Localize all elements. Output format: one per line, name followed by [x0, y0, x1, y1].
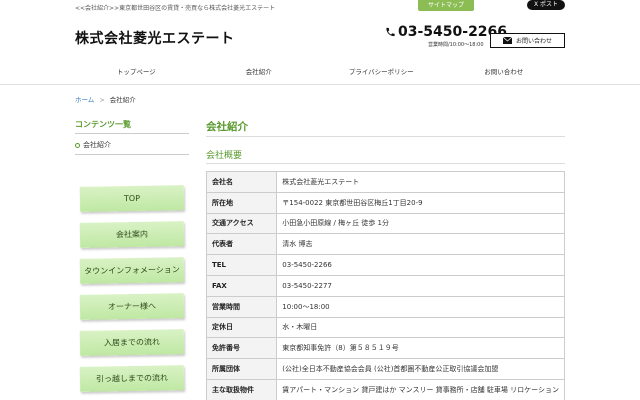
- menu-button-owners[interactable]: オーナー様へ: [79, 293, 185, 320]
- x-post-button[interactable]: X ポスト: [527, 0, 565, 10]
- circle-bullet-icon: [75, 142, 80, 148]
- row-label: 代表者: [205, 233, 278, 256]
- row-label: 所属団体: [205, 358, 278, 380]
- menu-button-company[interactable]: 会社案内: [79, 221, 185, 248]
- sidebar-divider: [75, 154, 189, 155]
- row-value: 03-5450-2266: [276, 254, 565, 276]
- contact-button[interactable]: お問い合わせ: [490, 33, 565, 48]
- table-row: FAX 03-5450-2277: [205, 274, 565, 297]
- table-row: 交通アクセス 小田急小田原線 / 梅ヶ丘 徒歩 1分: [205, 212, 565, 235]
- section-title: 会社概要: [206, 151, 243, 161]
- title-divider: [206, 136, 565, 137]
- table-row: 会社名 株式会社菱光エステート: [205, 171, 565, 193]
- sidebar-title: コンテンツ一覧: [75, 120, 131, 129]
- table-row: 代表者 清水 博志: [205, 233, 565, 256]
- nav-divider: [0, 84, 640, 85]
- global-nav: トップページ 会社紹介 プライバシーポリシー お問い合わせ: [75, 62, 565, 82]
- menu-button-move-in-flow[interactable]: 入居までの流れ: [79, 329, 185, 356]
- site-logo[interactable]: 株式会社菱光エステート: [75, 28, 235, 48]
- company-info-table: 会社名 株式会社菱光エステート 所在地 〒154-0022 東京都世田谷区梅丘1丁目…: [205, 171, 565, 400]
- row-value: 水・木曜日: [276, 316, 565, 339]
- table-row: 営業時間 10:00～18:00: [205, 295, 565, 318]
- contact-label: お問い合わせ: [515, 38, 552, 45]
- row-value: 清水 博志: [276, 233, 565, 256]
- breadcrumb-separator: >: [99, 96, 105, 104]
- row-label: 免許番号: [205, 337, 278, 360]
- table-row: 定休日 水・木曜日: [205, 316, 565, 339]
- row-value: 〒154-0022 東京都世田谷区梅丘1丁目20-9: [276, 191, 565, 214]
- menu-button-town-info[interactable]: タウンインフォメーション: [79, 257, 185, 284]
- row-label: FAX: [205, 274, 278, 297]
- row-label: 所在地: [205, 191, 278, 214]
- row-value: 賃アパート・マンション 貸戸建はか マンスリー 貸事務所・店舗 駐車場 リロケー…: [276, 378, 565, 400]
- mail-icon: [502, 37, 512, 44]
- row-value: 10:00～18:00: [276, 295, 565, 318]
- page-title: 会社紹介: [206, 121, 248, 133]
- phone-icon: [386, 27, 395, 37]
- sidebar-item-company[interactable]: 会社紹介: [75, 140, 111, 150]
- nav-item-privacy[interactable]: プライバシーポリシー: [320, 62, 443, 82]
- section-divider: [206, 163, 565, 164]
- sitemap-button[interactable]: サイトマップ: [418, 0, 474, 11]
- top-strip: <<会社紹介>>東京都世田谷区の賃貸・売買なら株式会社菱光エステート サイトマッ…: [0, 0, 640, 14]
- breadcrumb-current: 会社紹介: [109, 96, 136, 104]
- nav-item-top[interactable]: トップページ: [75, 62, 198, 82]
- nav-item-contact[interactable]: お問い合わせ: [443, 62, 566, 82]
- menu-button-moving-flow[interactable]: 引っ越しまでの流れ: [79, 365, 185, 392]
- row-value: 03-5450-2277: [276, 274, 565, 297]
- row-value: 東京都知事免許（8）第５８５１９号: [276, 337, 565, 360]
- breadcrumb-home-link[interactable]: ホーム: [75, 96, 94, 104]
- nav-item-company[interactable]: 会社紹介: [198, 62, 321, 82]
- sidebar-item-label: 会社紹介: [83, 141, 111, 149]
- table-row: 所在地 〒154-0022 東京都世田谷区梅丘1丁目20-9: [205, 191, 565, 214]
- row-label: 定休日: [205, 316, 278, 339]
- table-row: 所属団体 (公社)全日本不動産協会会員 (公社)首都圏不動産公正取引協議会加盟: [205, 358, 565, 380]
- table-row: 免許番号 東京都知事免許（8）第５８５１９号: [205, 337, 565, 360]
- breadcrumb: ホーム > 会社紹介: [75, 94, 136, 104]
- table-row: 主な取扱物件 賃アパート・マンション 貸戸建はか マンスリー 貸事務所・店舗 駐車…: [205, 378, 565, 400]
- table-row: TEL 03-5450-2266: [205, 254, 565, 276]
- row-label: 会社名: [205, 171, 278, 193]
- row-value: (公社)全日本不動産協会会員 (公社)首都圏不動産公正取引協議会加盟: [276, 358, 565, 380]
- row-value: 株式会社菱光エステート: [276, 171, 565, 193]
- row-label: TEL: [205, 254, 278, 276]
- top-breadcrumb: <<会社紹介>>東京都世田谷区の賃貸・売買なら株式会社菱光エステート: [75, 5, 276, 12]
- sidebar-divider: [75, 133, 189, 134]
- row-label: 交通アクセス: [205, 212, 278, 235]
- row-label: 営業時間: [205, 295, 278, 318]
- menu-button-top[interactable]: TOP: [79, 185, 185, 212]
- row-label: 主な取扱物件: [205, 378, 278, 400]
- row-value: 小田急小田原線 / 梅ヶ丘 徒歩 1分: [276, 212, 565, 235]
- business-hours: 営業時間/10:00～18:00: [428, 42, 484, 48]
